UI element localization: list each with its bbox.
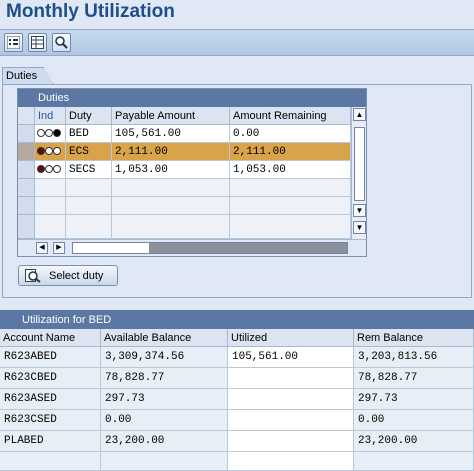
available-balance-cell: 78,828.77: [101, 368, 228, 389]
utilization-table-title: Utilization for BED: [0, 310, 474, 329]
select-icon: [25, 269, 41, 283]
amount-remaining-cell: 0.00: [230, 125, 351, 143]
scroll-down-icon[interactable]: ▼: [353, 204, 366, 217]
application-toolbar: [0, 29, 474, 56]
row-selector[interactable]: [18, 215, 35, 239]
status-indicator: [35, 161, 66, 179]
available-balance-cell: 3,309,374.56: [101, 347, 228, 368]
light-green-icon: [53, 129, 61, 137]
row-selector[interactable]: [18, 125, 35, 143]
scroll-track[interactable]: [72, 242, 348, 254]
status-indicator: [35, 143, 66, 161]
duties-group-label: Duties: [6, 70, 38, 82]
empty-row: [18, 215, 351, 239]
light-red-icon: [37, 129, 45, 137]
select-all-header[interactable]: [18, 107, 35, 125]
table-row[interactable]: R623ASED 297.73 297.73: [0, 389, 474, 410]
table-row[interactable]: R623CBED 78,828.77 78,828.77: [0, 368, 474, 389]
details-button[interactable]: [4, 33, 23, 52]
column-header-duty[interactable]: Duty: [66, 107, 112, 125]
account-name-cell: R623CBED: [0, 368, 101, 389]
duties-table: Duties Ind Duty Payable Amount Amount Re…: [17, 88, 367, 257]
utilized-input[interactable]: [228, 389, 354, 410]
scroll-right-icon[interactable]: ▶: [53, 242, 65, 254]
utilized-input[interactable]: [228, 368, 354, 389]
duties-group-tab: Duties: [2, 67, 54, 84]
payable-amount-cell: 105,561.00: [112, 125, 230, 143]
light-green-icon: [53, 165, 61, 173]
light-red-icon: [37, 147, 45, 155]
available-balance-cell: 297.73: [101, 389, 228, 410]
utilized-input[interactable]: 105,561.00: [228, 347, 354, 368]
column-header-ind[interactable]: Ind: [35, 107, 66, 125]
row-selector[interactable]: [18, 161, 35, 179]
duty-cell: SECS: [66, 161, 112, 179]
account-name-cell: R623CSED: [0, 410, 101, 431]
rem-balance-cell: 3,203,813.56: [354, 347, 474, 368]
rem-balance-cell: 78,828.77: [354, 368, 474, 389]
table-row[interactable]: PLABED 23,200.00 23,200.00: [0, 431, 474, 452]
light-green-icon: [53, 147, 61, 155]
empty-row: [0, 452, 474, 471]
page-title: Monthly Utilization: [6, 1, 175, 22]
table-icon: [31, 36, 44, 49]
light-yellow-icon: [45, 129, 53, 137]
scroll-up-icon[interactable]: ▲: [353, 108, 366, 121]
duty-cell: ECS: [66, 143, 112, 161]
select-duty-label: Select duty: [49, 270, 104, 282]
scroll-bottom-icon[interactable]: ▼: [353, 221, 366, 234]
rem-balance-cell: 297.73: [354, 389, 474, 410]
column-header-account-name[interactable]: Account Name: [0, 329, 101, 347]
table-row[interactable]: R623CSED 0.00 0.00: [0, 410, 474, 431]
table-row[interactable]: BED 105,561.00 0.00: [18, 125, 351, 143]
account-name-cell: PLABED: [0, 431, 101, 452]
payable-amount-cell: 2,111.00: [112, 143, 230, 161]
empty-row: [18, 197, 351, 215]
column-header-rem-balance[interactable]: Rem Balance: [354, 329, 474, 347]
amount-remaining-cell: 1,053.00: [230, 161, 351, 179]
row-selector[interactable]: [18, 143, 35, 161]
account-name-cell: R623ABED: [0, 347, 101, 368]
utilized-input[interactable]: [228, 431, 354, 452]
table-row[interactable]: ECS 2,111.00 2,111.00: [18, 143, 351, 161]
table-row[interactable]: R623ABED 3,309,374.56 105,561.00 3,203,8…: [0, 347, 474, 368]
light-red-icon: [37, 165, 45, 173]
horizontal-scrollbar[interactable]: ◀ ▶: [18, 239, 366, 256]
column-header-amount-remaining[interactable]: Amount Remaining: [230, 107, 351, 125]
rem-balance-cell: 23,200.00: [354, 431, 474, 452]
table-view-button[interactable]: [28, 33, 47, 52]
find-icon: [55, 36, 68, 49]
utilized-input[interactable]: [228, 410, 354, 431]
details-icon: [7, 36, 20, 49]
available-balance-cell: 0.00: [101, 410, 228, 431]
column-header-utilized[interactable]: Utilized: [228, 329, 354, 347]
available-balance-cell: 23,200.00: [101, 431, 228, 452]
vertical-scrollbar[interactable]: ▲ ▼ ▼: [351, 107, 366, 239]
row-selector[interactable]: [18, 179, 35, 197]
row-selector[interactable]: [18, 197, 35, 215]
utilized-input[interactable]: [228, 452, 354, 471]
light-yellow-icon: [45, 165, 53, 173]
scroll-left-icon[interactable]: ◀: [36, 242, 48, 254]
table-row[interactable]: SECS 1,053.00 1,053.00: [18, 161, 351, 179]
rem-balance-cell: 0.00: [354, 410, 474, 431]
column-header-payable-amount[interactable]: Payable Amount: [112, 107, 230, 125]
status-indicator: [35, 125, 66, 143]
account-name-cell: R623ASED: [0, 389, 101, 410]
find-button[interactable]: [52, 33, 71, 52]
column-header-available-balance[interactable]: Available Balance: [101, 329, 228, 347]
duties-table-title: Duties: [18, 89, 366, 107]
light-yellow-icon: [45, 147, 53, 155]
select-duty-button[interactable]: Select duty: [18, 265, 118, 286]
payable-amount-cell: 1,053.00: [112, 161, 230, 179]
scroll-thumb[interactable]: [354, 127, 365, 201]
amount-remaining-cell: 2,111.00: [230, 143, 351, 161]
duty-cell: BED: [66, 125, 112, 143]
scroll-thumb[interactable]: [73, 243, 149, 253]
empty-row: [18, 179, 351, 197]
